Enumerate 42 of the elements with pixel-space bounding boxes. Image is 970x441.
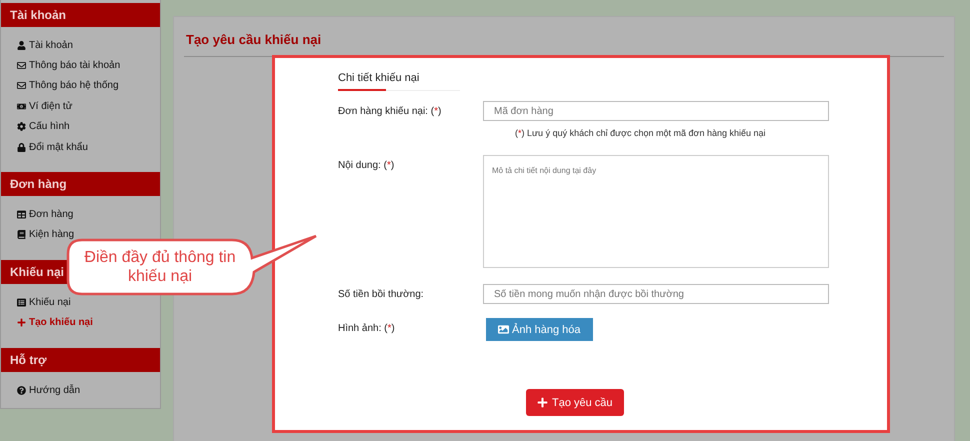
sidebar-item[interactable]: Khiếu nại	[17, 292, 71, 313]
sidebar-item[interactable]: Hướng dẫn	[17, 380, 80, 400]
required-mark: (*)	[430, 106, 442, 117]
gear-icon	[17, 122, 26, 132]
sidebar-item[interactable]: Cấu hình	[17, 116, 70, 137]
sidebar-item[interactable]: Kiện hàng	[17, 224, 74, 246]
sidebar-item[interactable]: Thông báo tài khoản	[17, 55, 120, 76]
list-icon	[17, 298, 26, 307]
field-label: Nội dung: (*)	[338, 159, 396, 171]
user-icon	[17, 40, 26, 50]
section-title: Chi tiết khiếu nại	[338, 72, 460, 91]
field-label: Số tiền bồi thường:	[338, 288, 425, 300]
sidebar-section-header: Hỗ trợ	[1, 348, 160, 372]
create-request-button[interactable]: Tạo yêu cầu	[526, 389, 624, 416]
sidebar-section-header: Tài khoản	[1, 3, 160, 27]
required-mark: (*)	[515, 128, 525, 138]
plus-icon	[537, 397, 548, 408]
textarea-field[interactable]: Mô tả chi tiết nội dung tại đây	[483, 155, 829, 268]
sidebar-item[interactable]: Đơn hàng	[17, 204, 74, 225]
field-label: Đơn hàng khiếu nại: (*)	[338, 105, 442, 117]
sidebar-section-header: Đơn hàng	[1, 172, 160, 196]
field-label: Hình ảnh: (*)	[338, 322, 396, 334]
table-icon	[17, 210, 26, 220]
input-field[interactable]: Mã đơn hàng	[483, 101, 829, 121]
image-icon	[498, 324, 509, 335]
required-mark: (*)	[384, 160, 394, 171]
upload-image-button[interactable]: Ảnh hàng hóa	[486, 318, 593, 341]
sidebar-item[interactable]: Đổi mật khẩu	[17, 136, 88, 158]
sidebar-item[interactable]: Thông báo hệ thống	[17, 76, 119, 96]
book-icon	[17, 230, 26, 240]
plus-icon	[17, 318, 26, 328]
lock-icon	[17, 142, 26, 152]
sidebar-item[interactable]: Ví điện tử	[17, 96, 72, 117]
banknote-icon	[17, 102, 26, 111]
field-note: (*) Lưu ý quý khách chỉ được chọn một mã đơn hàng khiếu nại	[515, 128, 767, 138]
sidebar-item[interactable]: Tài khoản	[17, 35, 73, 56]
envelope-icon	[17, 81, 26, 90]
input-field[interactable]: Số tiền mong muốn nhận được bồi thường	[483, 284, 829, 304]
required-mark: (*)	[384, 323, 395, 334]
sidebar-item[interactable]: Tạo khiếu nại	[17, 312, 93, 333]
help-icon	[17, 386, 26, 395]
envelope-icon	[17, 61, 26, 70]
